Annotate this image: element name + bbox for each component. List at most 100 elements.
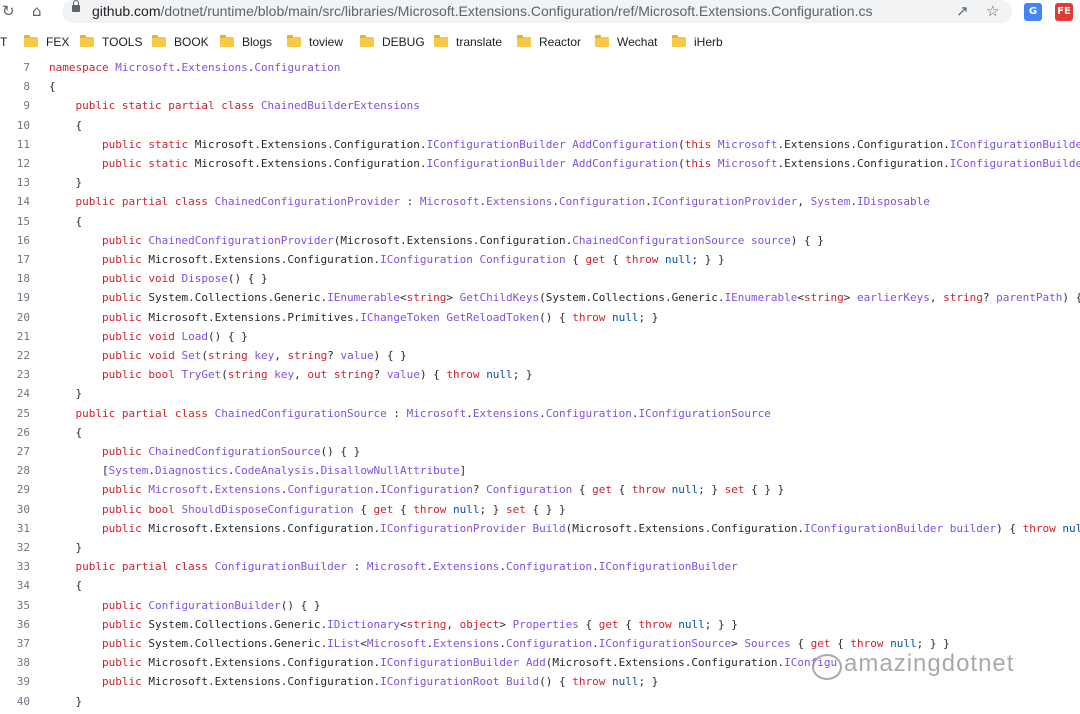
line-number[interactable]: 25 (0, 404, 30, 423)
address-bar[interactable]: github.com/dotnet/runtime/blob/main/src/… (62, 0, 1012, 23)
line-number[interactable]: 14 (0, 192, 30, 211)
code-token: IDisposable (857, 195, 930, 208)
line-number[interactable]: 20 (0, 308, 30, 327)
line-number[interactable]: 7 (0, 58, 30, 77)
star-icon[interactable]: ☆ (986, 3, 999, 20)
code-line: 26 { (0, 423, 1080, 442)
code-token: public (101, 311, 149, 324)
line-number[interactable]: 34 (0, 576, 30, 595)
line-number[interactable]: 26 (0, 423, 30, 442)
line-number[interactable]: 16 (0, 231, 30, 250)
bookmark-tools[interactable]: TOOLS (80, 35, 142, 51)
line-number[interactable]: 24 (0, 384, 30, 403)
code-text: public System.Collections.Generic.IDicti… (49, 615, 738, 634)
line-number[interactable]: 37 (0, 634, 30, 653)
code-token: Configuration (254, 61, 341, 74)
bookmark-iherb[interactable]: iHerb (672, 35, 723, 51)
code-token: { } } (744, 483, 785, 496)
line-number[interactable]: 23 (0, 365, 30, 384)
line-number[interactable]: 36 (0, 615, 30, 634)
bookmark-reactor[interactable]: Reactor (517, 35, 581, 51)
reload-icon[interactable]: ↻ (2, 3, 15, 20)
bookmark-book[interactable]: BOOK (152, 35, 209, 51)
lock-icon[interactable] (72, 0, 80, 12)
code-line: 28 [System.Diagnostics.CodeAnalysis.Disa… (0, 461, 1080, 480)
share-icon[interactable]: ↗ (956, 3, 969, 20)
code-token: Microsoft.Extensions.Configuration. (194, 138, 427, 151)
line-number[interactable]: 9 (0, 96, 30, 115)
code-token: Extensions (181, 61, 248, 74)
line-number[interactable]: 27 (0, 442, 30, 461)
folder-icon (24, 35, 38, 47)
code-line: 27 public ChainedConfigurationSource() {… (0, 442, 1080, 461)
code-token: ChainedBuilderExtensions (260, 99, 420, 112)
code-token: ] (459, 464, 467, 477)
line-number[interactable]: 39 (0, 672, 30, 691)
code-token: IConfiguration (380, 483, 473, 496)
code-token: ChainedConfigurationProvider (148, 234, 334, 247)
home-icon[interactable]: ⌂ (32, 3, 42, 20)
line-number[interactable]: 12 (0, 154, 30, 173)
bookmark-debug[interactable]: DEBUG (360, 35, 425, 51)
bookmark-fex[interactable]: FEX (24, 35, 69, 51)
url-text[interactable]: github.com/dotnet/runtime/blob/main/src/… (92, 3, 872, 19)
bookmark-t[interactable]: T (0, 35, 7, 51)
line-number[interactable]: 30 (0, 500, 30, 519)
code-text: public Microsoft.Extensions.Configuratio… (49, 519, 1080, 538)
folder-icon (360, 35, 374, 47)
code-token: Load (181, 330, 208, 343)
code-token: : (393, 407, 407, 420)
line-number[interactable]: 8 (0, 77, 30, 96)
bookmark-toview[interactable]: toview (287, 35, 343, 51)
bookmark-translate[interactable]: translate (434, 35, 502, 51)
line-number[interactable]: 13 (0, 173, 30, 192)
line-number[interactable]: 15 (0, 212, 30, 231)
code-line: 15 { (0, 212, 1080, 231)
watermark: amazingdotnet (812, 650, 1052, 682)
watermark-text: amazingdotnet (844, 650, 1015, 677)
line-number[interactable]: 18 (0, 269, 30, 288)
code-token: IConfiguration (380, 253, 480, 266)
code-token: GetChildKeys (459, 291, 540, 304)
code-token: public partial class (75, 195, 215, 208)
code-token: ; } (512, 368, 533, 381)
line-number[interactable]: 17 (0, 250, 30, 269)
line-number[interactable]: 32 (0, 538, 30, 557)
code-token: IConfigurationSource (598, 637, 732, 650)
code-token: GetReloadToken (446, 311, 540, 324)
line-number[interactable]: 38 (0, 653, 30, 672)
line-number[interactable]: 40 (0, 692, 30, 711)
folder-icon (595, 35, 609, 47)
bookmark-wechat[interactable]: Wechat (595, 35, 657, 51)
code-token: : (406, 195, 420, 208)
line-number[interactable]: 35 (0, 596, 30, 615)
code-line: 35 public ConfigurationBuilder() { } (0, 596, 1080, 615)
line-number[interactable]: 22 (0, 346, 30, 365)
code-token: public (101, 253, 149, 266)
line-number[interactable]: 10 (0, 116, 30, 135)
line-number[interactable]: 21 (0, 327, 30, 346)
code-token: IEnumerable (327, 291, 401, 304)
code-token: null (890, 637, 917, 650)
line-number[interactable]: 31 (0, 519, 30, 538)
line-number[interactable]: 19 (0, 288, 30, 307)
code-token: public (101, 599, 149, 612)
line-number[interactable]: 33 (0, 557, 30, 576)
line-number[interactable]: 28 (0, 461, 30, 480)
code-token: .Extensions.Configuration. (777, 157, 950, 170)
code-token: } (49, 176, 83, 189)
code-token: : (353, 560, 367, 573)
code-token: , (929, 291, 944, 304)
code-token: get (592, 483, 612, 496)
line-number[interactable]: 11 (0, 135, 30, 154)
line-number[interactable]: 29 (0, 480, 30, 499)
fe-extension-icon[interactable]: FE (1055, 3, 1073, 21)
code-line: 32 } (0, 538, 1080, 557)
translate-extension-icon[interactable]: G (1024, 3, 1042, 21)
bookmark-blogs[interactable]: Blogs (220, 35, 272, 51)
